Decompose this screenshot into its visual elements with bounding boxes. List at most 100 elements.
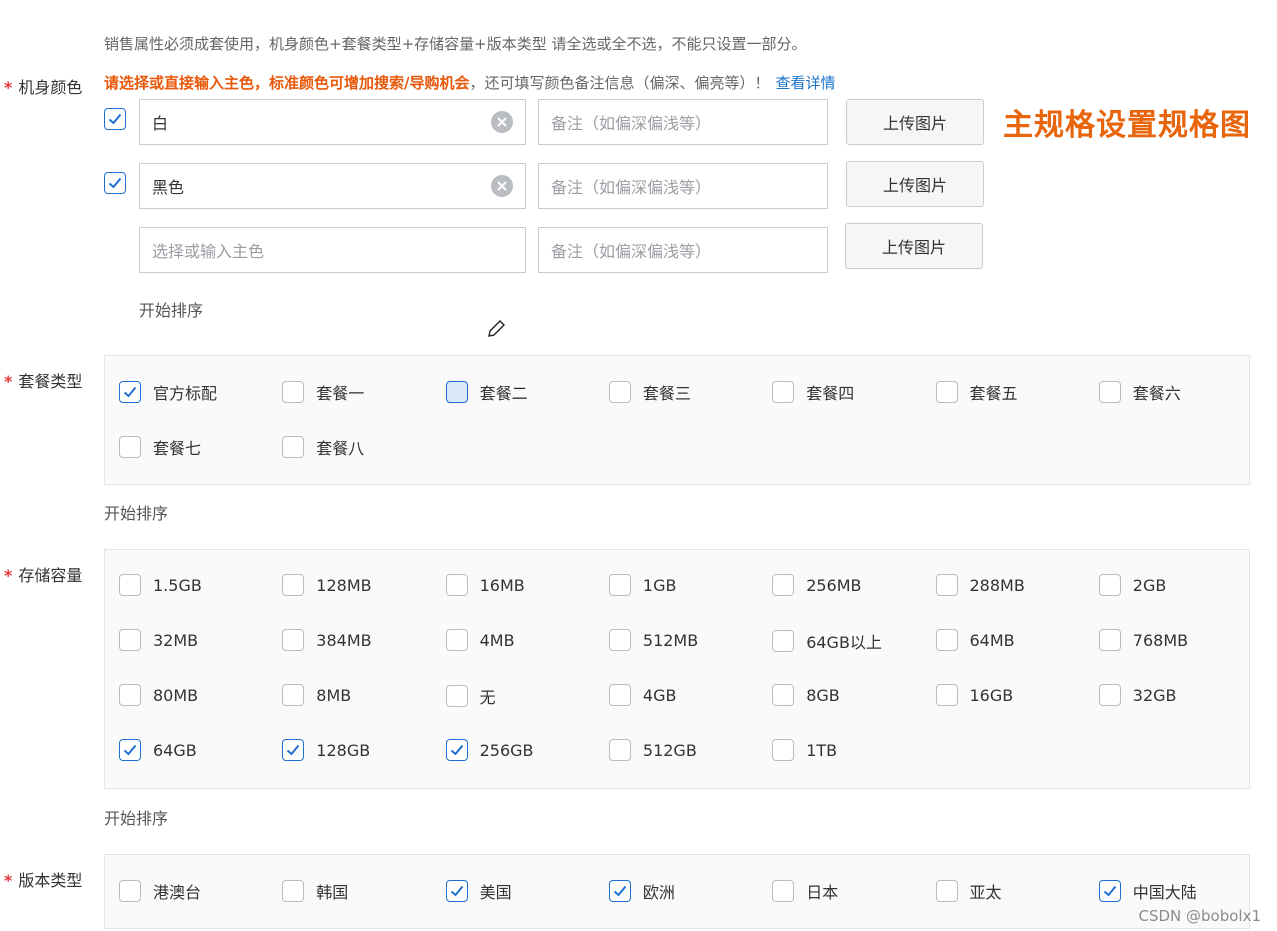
storage-option-checkbox[interactable] <box>445 685 468 707</box>
color-row-2-remark-input[interactable]: 备注（如偏深偏浅等） <box>538 163 828 209</box>
version-option-checkbox[interactable] <box>119 880 141 902</box>
package-option[interactable]: 套餐五 <box>935 380 1018 404</box>
storage-option[interactable]: 16GB <box>935 684 1013 706</box>
storage-option-checkbox[interactable] <box>445 739 468 761</box>
package-option-checkbox[interactable] <box>119 436 141 458</box>
storage-option-checkbox[interactable] <box>445 629 468 651</box>
storage-option[interactable]: 32MB <box>119 629 198 651</box>
version-option[interactable]: 韩国 <box>282 879 348 903</box>
storage-option[interactable]: 64GB以上 <box>772 629 882 653</box>
storage-option-checkbox[interactable] <box>935 574 958 596</box>
color-row-3-upload-button[interactable]: 上传图片 <box>845 223 983 269</box>
storage-option-checkbox[interactable] <box>282 684 305 706</box>
storage-option-checkbox[interactable] <box>772 630 795 652</box>
package-option[interactable]: 套餐六 <box>1098 380 1181 404</box>
storage-option[interactable]: 128MB <box>282 574 372 596</box>
storage-option[interactable]: 288MB <box>935 574 1025 596</box>
version-option-checkbox[interactable] <box>1098 880 1121 902</box>
color-row-1-input[interactable]: 白 <box>139 99 526 145</box>
storage-option-checkbox[interactable] <box>119 739 141 761</box>
storage-option-checkbox[interactable] <box>608 574 631 596</box>
view-details-link[interactable]: 查看详情 <box>776 74 836 92</box>
storage-option[interactable]: 64GB <box>119 739 197 761</box>
package-option[interactable]: 套餐四 <box>772 380 854 404</box>
package-option[interactable]: 套餐八 <box>282 435 364 459</box>
storage-option[interactable]: 768MB <box>1098 629 1188 651</box>
color-row-1-remark-input[interactable]: 备注（如偏深偏浅等） <box>538 99 828 145</box>
color-row-2-input[interactable]: 黑色 <box>139 163 526 209</box>
color-row-2-upload-button[interactable]: 上传图片 <box>846 161 984 207</box>
package-sort-link[interactable]: 开始排序 <box>104 500 168 524</box>
version-option-checkbox[interactable] <box>608 880 631 902</box>
storage-option[interactable]: 1TB <box>772 739 837 761</box>
storage-sort-link[interactable]: 开始排序 <box>104 805 168 829</box>
storage-option[interactable]: 1GB <box>608 574 676 596</box>
version-option-checkbox[interactable] <box>772 880 795 902</box>
storage-option-checkbox[interactable] <box>282 629 305 651</box>
storage-option[interactable]: 1.5GB <box>119 574 202 596</box>
version-option[interactable]: 美国 <box>445 879 512 903</box>
color-row-3-input[interactable]: 选择或输入主色 <box>139 227 526 273</box>
clear-circle-icon[interactable] <box>491 111 513 133</box>
storage-option-checkbox[interactable] <box>772 574 795 596</box>
package-option-checkbox[interactable] <box>282 381 305 403</box>
storage-option[interactable]: 4GB <box>608 684 676 706</box>
package-option-checkbox[interactable] <box>935 381 958 403</box>
package-option-checkbox[interactable] <box>282 436 305 458</box>
color-row-2-checkbox[interactable] <box>104 172 126 194</box>
package-option[interactable]: 套餐一 <box>282 380 364 404</box>
package-option-checkbox[interactable] <box>772 381 795 403</box>
storage-option[interactable]: 512GB <box>608 739 697 761</box>
storage-option[interactable]: 256GB <box>445 739 534 761</box>
storage-option[interactable]: 256MB <box>772 574 862 596</box>
storage-option-checkbox[interactable] <box>282 574 305 596</box>
storage-option-checkbox[interactable] <box>935 629 958 651</box>
storage-option-checkbox[interactable] <box>772 684 795 706</box>
color-row-1-checkbox[interactable] <box>104 108 126 130</box>
storage-option-checkbox[interactable] <box>1098 629 1121 651</box>
storage-option[interactable]: 无 <box>445 684 496 708</box>
storage-option[interactable]: 4MB <box>445 629 515 651</box>
package-option-checkbox[interactable] <box>445 381 468 403</box>
version-option[interactable]: 亚太 <box>935 879 1002 903</box>
storage-option-checkbox[interactable] <box>445 574 468 596</box>
storage-option[interactable]: 64MB <box>935 629 1015 651</box>
color-sort-link[interactable]: 开始排序 <box>139 297 203 321</box>
storage-option[interactable]: 128GB <box>282 739 370 761</box>
version-option-checkbox[interactable] <box>282 880 305 902</box>
color-row-3-remark-input[interactable]: 备注（如偏深偏浅等） <box>538 227 828 273</box>
package-option[interactable]: 套餐二 <box>445 380 528 404</box>
package-option[interactable]: 套餐七 <box>119 435 201 459</box>
storage-option[interactable]: 384MB <box>282 629 372 651</box>
storage-option[interactable]: 80MB <box>119 684 198 706</box>
storage-option-checkbox[interactable] <box>772 739 795 761</box>
storage-option[interactable]: 2GB <box>1098 574 1166 596</box>
storage-option-checkbox[interactable] <box>608 684 631 706</box>
clear-circle-icon[interactable] <box>491 175 513 197</box>
storage-option-checkbox[interactable] <box>282 739 305 761</box>
package-option-checkbox[interactable] <box>608 381 631 403</box>
package-option-checkbox[interactable] <box>119 381 141 403</box>
storage-option[interactable]: 32GB <box>1098 684 1177 706</box>
storage-option-checkbox[interactable] <box>935 684 958 706</box>
storage-option-checkbox[interactable] <box>608 739 631 761</box>
storage-option-checkbox[interactable] <box>119 684 141 706</box>
storage-option-checkbox[interactable] <box>1098 574 1121 596</box>
color-row-1-upload-button[interactable]: 上传图片 <box>846 99 984 145</box>
version-option[interactable]: 港澳台 <box>119 879 201 903</box>
storage-option[interactable]: 16MB <box>445 574 525 596</box>
version-option-checkbox[interactable] <box>445 880 468 902</box>
version-option-checkbox[interactable] <box>935 880 958 902</box>
storage-option[interactable]: 512MB <box>608 629 698 651</box>
storage-option-checkbox[interactable] <box>1098 684 1121 706</box>
storage-option-checkbox[interactable] <box>608 629 631 651</box>
package-option[interactable]: 套餐三 <box>608 380 691 404</box>
version-option[interactable]: 中国大陆 <box>1098 879 1197 903</box>
version-option[interactable]: 日本 <box>772 879 838 903</box>
storage-option-checkbox[interactable] <box>119 629 141 651</box>
storage-option[interactable]: 8GB <box>772 684 840 706</box>
storage-option[interactable]: 8MB <box>282 684 351 706</box>
version-option[interactable]: 欧洲 <box>608 879 675 903</box>
storage-option-checkbox[interactable] <box>119 574 141 596</box>
package-option-checkbox[interactable] <box>1098 381 1121 403</box>
